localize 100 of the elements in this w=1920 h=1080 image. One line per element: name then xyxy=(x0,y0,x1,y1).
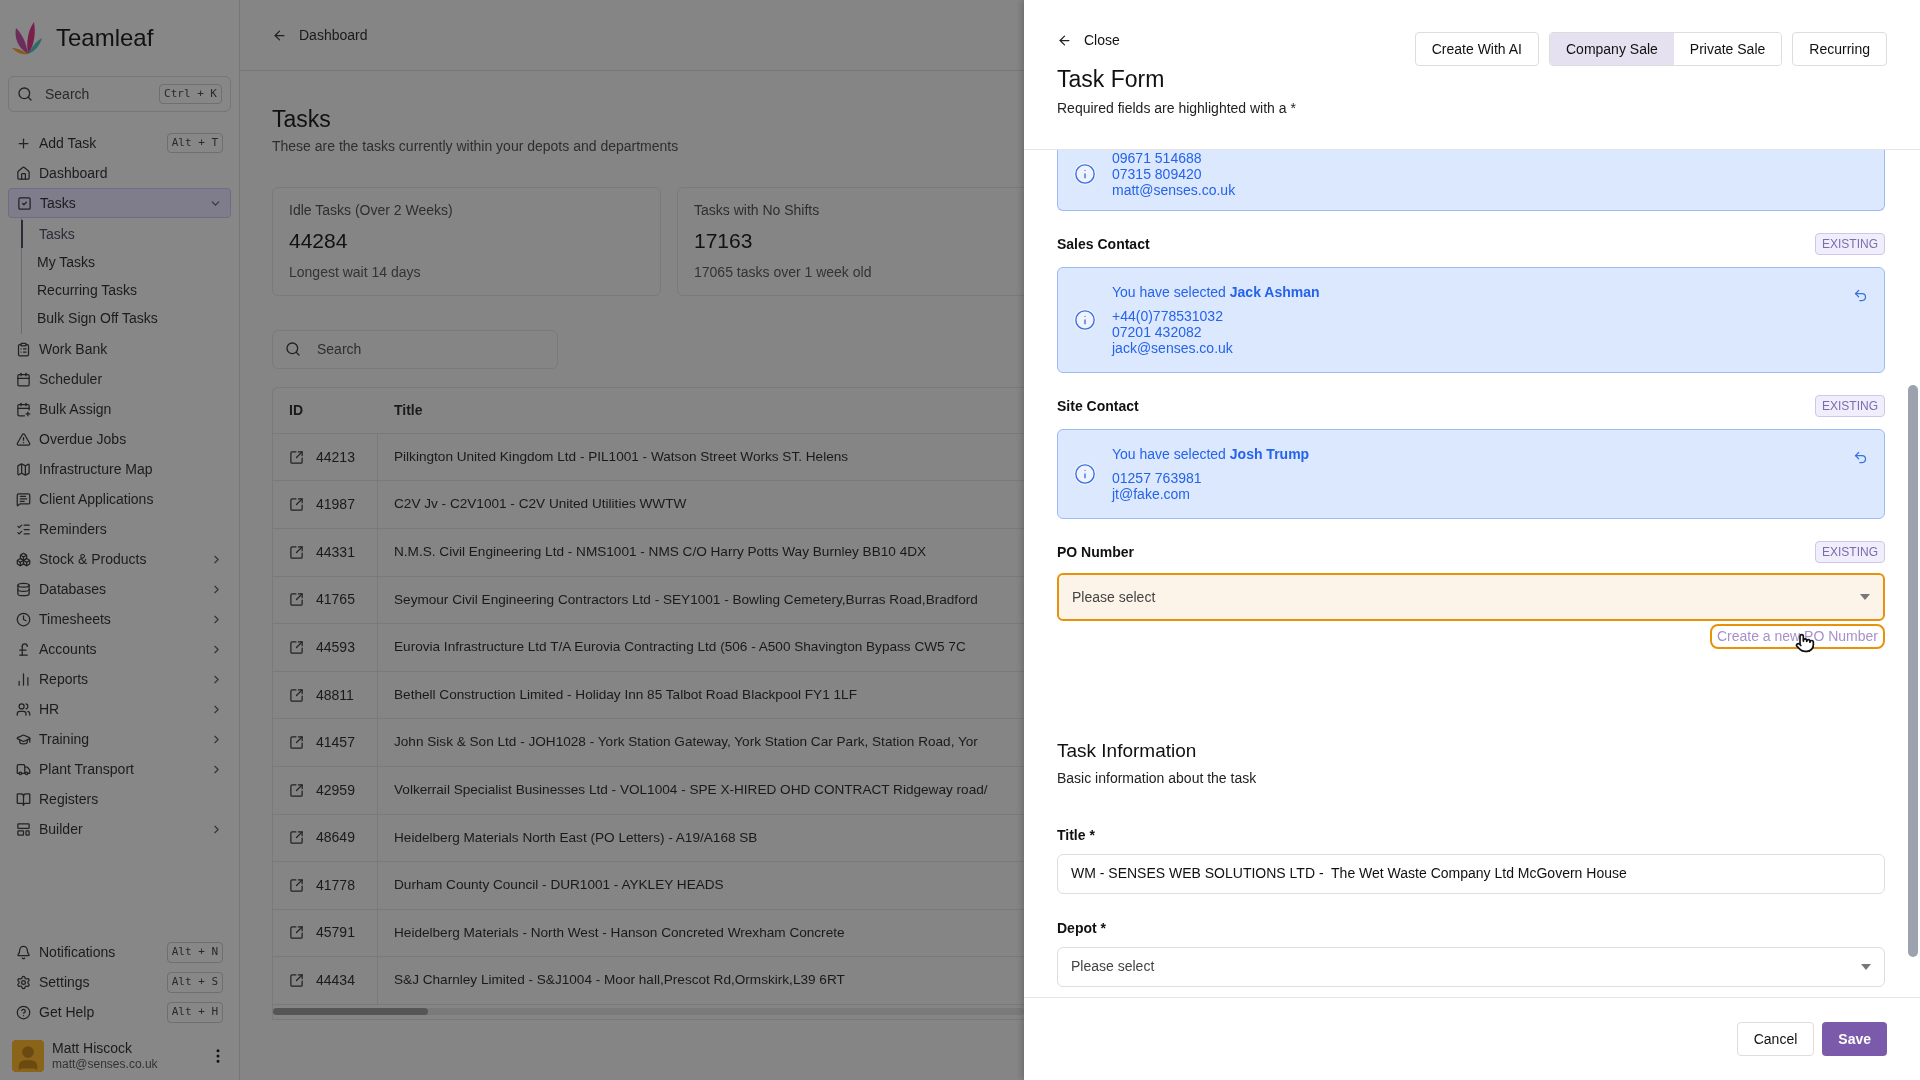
sidebar-item[interactable]: Databases xyxy=(8,574,231,604)
save-button[interactable]: Save xyxy=(1822,1022,1887,1056)
sidebar-label: Add Task xyxy=(39,133,98,153)
sidebar-item[interactable]: Add Task Alt + T xyxy=(8,128,231,158)
field-label: Depot * xyxy=(1057,918,1107,938)
search-icon xyxy=(285,341,301,358)
submenu-item[interactable]: Recurring Tasks xyxy=(21,276,231,304)
column-header: ID xyxy=(288,400,304,420)
sidebar-label: Settings xyxy=(39,973,91,992)
stat-label: Tasks with No Shifts xyxy=(694,200,821,220)
sale-type-tab[interactable]: Company Sale xyxy=(1550,33,1674,65)
contact-detail: 09671 514688 xyxy=(1112,150,1203,166)
back-link[interactable]: Dashboard xyxy=(299,24,368,46)
sidebar-label: Databases xyxy=(39,579,107,599)
depot-select[interactable]: Please select xyxy=(1057,946,1885,987)
contact-detail: 07201 432082 xyxy=(1112,324,1203,340)
checklist-icon xyxy=(16,521,31,537)
sidebar-label: Training xyxy=(39,729,91,749)
pound-icon xyxy=(16,641,31,657)
open-link-icon[interactable] xyxy=(289,973,304,989)
sidebar-item[interactable]: Get Help Alt + H xyxy=(8,997,231,1028)
scrollbar-thumb[interactable] xyxy=(273,1008,428,1016)
submenu-item[interactable]: Tasks xyxy=(21,220,231,248)
sidebar-label: Scheduler xyxy=(39,369,104,389)
sidebar-item[interactable]: Tasks xyxy=(8,188,231,218)
sidebar-label: Client Applications xyxy=(39,489,155,509)
sidebar-item[interactable]: Plant Transport xyxy=(8,754,231,784)
sidebar-item[interactable]: Builder xyxy=(8,814,231,844)
checkbox-icon xyxy=(17,195,32,211)
bar-chart-icon xyxy=(16,671,31,687)
open-link-icon[interactable] xyxy=(289,639,304,655)
section-title: Task Information xyxy=(1057,739,1198,763)
select-placeholder: Please select xyxy=(1071,957,1156,976)
search-placeholder: Search xyxy=(317,339,362,359)
vertical-scrollbar-thumb[interactable] xyxy=(1908,385,1918,957)
sidebar-item[interactable]: HR xyxy=(8,694,231,724)
shortcut-key: Ctrl + K xyxy=(159,83,222,105)
select-placeholder: Please select xyxy=(1072,587,1157,607)
open-link-icon[interactable] xyxy=(289,925,304,941)
open-link-icon[interactable] xyxy=(289,497,304,513)
sidebar-item[interactable]: Work Bank xyxy=(8,334,231,364)
sidebar-item[interactable]: Reminders xyxy=(8,514,231,544)
page-title: Tasks xyxy=(272,105,332,134)
sidebar-item[interactable]: Timesheets xyxy=(8,604,231,634)
dropdown-caret-icon xyxy=(1861,963,1871,970)
truck-icon xyxy=(16,761,31,777)
form-title: Task Form xyxy=(1057,65,1166,94)
contact-detail: 07315 809420 xyxy=(1112,166,1203,182)
user-email: matt@senses.co.uk xyxy=(52,1057,159,1072)
sidebar-item[interactable]: Registers xyxy=(8,784,231,814)
sidebar-item[interactable]: Notifications Alt + N xyxy=(8,937,231,968)
sidebar-item[interactable]: Settings Alt + S xyxy=(8,967,231,998)
search-field[interactable]: Search xyxy=(272,329,558,369)
user-name: Matt Hiscock xyxy=(52,1039,134,1057)
table-cell-text: 48811 xyxy=(316,685,354,705)
po-number-select[interactable]: Please select xyxy=(1057,573,1885,621)
sidebar-item[interactable]: Stock & Products xyxy=(8,544,231,574)
open-link-icon[interactable] xyxy=(289,449,304,465)
open-link-icon[interactable] xyxy=(289,782,304,798)
selected-contact-text: You have selected Jack Ashman xyxy=(1112,284,1321,300)
table-cell-text: Bethell Construction Limited - Holiday Inn 85 Talbot Road Blackpool FY1 1LF xyxy=(393,685,857,704)
sidebar-item[interactable]: Infrastructure Map xyxy=(8,454,231,484)
help-icon xyxy=(16,1005,31,1020)
open-link-icon[interactable] xyxy=(289,687,304,703)
search-icon xyxy=(17,86,33,102)
sidebar-item[interactable]: Dashboard xyxy=(8,158,231,188)
database-icon xyxy=(16,581,31,597)
open-link-icon[interactable] xyxy=(289,830,304,846)
stat-value: 44284 xyxy=(289,227,349,254)
table-cell-text: 48649 xyxy=(316,828,355,848)
open-link-icon[interactable] xyxy=(289,544,304,560)
sidebar-item[interactable]: Client Applications xyxy=(8,484,231,514)
sidebar-item[interactable]: Training xyxy=(8,724,231,754)
title-input[interactable]: WM - SENSES WEB SOLUTIONS LTD - The Wet Waste Company Ltd McGovern House xyxy=(1057,853,1885,894)
submenu-item[interactable]: Bulk Sign Off Tasks xyxy=(21,304,231,332)
submenu-item[interactable]: My Tasks xyxy=(21,248,231,276)
undo-icon[interactable] xyxy=(1853,288,1868,303)
sidebar-label: Reports xyxy=(39,669,90,689)
sidebar-item[interactable]: Overdue Jobs xyxy=(8,424,231,454)
stat-value: 17163 xyxy=(694,227,754,254)
sidebar-item[interactable]: Bulk Assign xyxy=(8,394,231,424)
close-link[interactable]: Close xyxy=(1084,30,1120,51)
open-link-icon[interactable] xyxy=(289,877,304,893)
table-cell-text: Heidelberg Materials - North West - Hanson Concreted Wrexham Concrete xyxy=(393,923,845,942)
horizontal-scrollbar[interactable] xyxy=(273,1008,1024,1016)
recurring-button[interactable]: Recurring xyxy=(1792,32,1887,66)
open-link-icon[interactable] xyxy=(289,735,304,751)
message-icon xyxy=(16,491,31,507)
open-link-icon[interactable] xyxy=(289,592,304,608)
undo-icon[interactable] xyxy=(1853,450,1868,465)
search-field[interactable]: Search Ctrl + K xyxy=(8,76,231,112)
create-with-ai-button[interactable]: Create With AI xyxy=(1414,32,1539,66)
info-icon xyxy=(1074,309,1096,331)
sidebar-item[interactable]: Accounts xyxy=(8,634,231,664)
bell-icon xyxy=(16,945,31,960)
cancel-button[interactable]: Cancel xyxy=(1736,1022,1815,1056)
sidebar-item[interactable]: Scheduler xyxy=(8,364,231,394)
field-label: Site Contact xyxy=(1057,396,1139,416)
sidebar-item[interactable]: Reports xyxy=(8,664,231,694)
shortcut-key: Alt + H xyxy=(166,1002,223,1023)
